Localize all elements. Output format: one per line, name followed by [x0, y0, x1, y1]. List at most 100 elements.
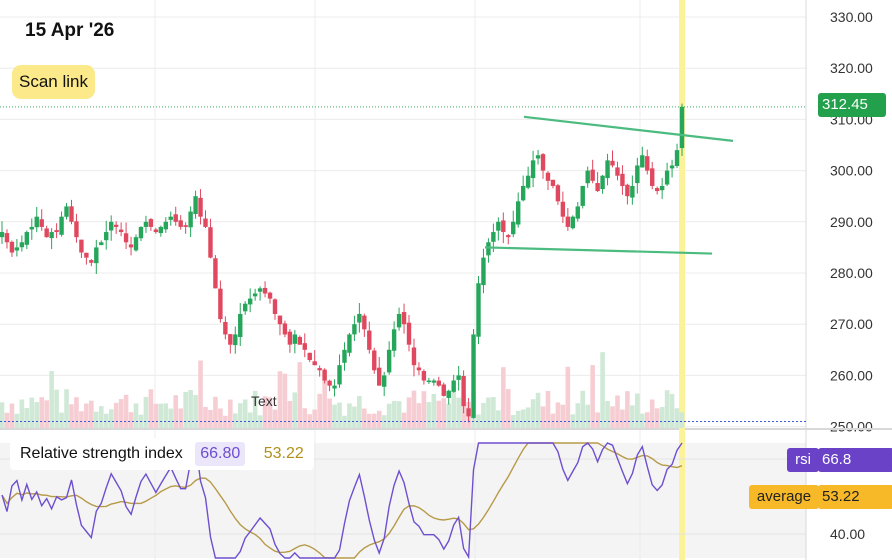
- candle-body: [520, 185, 526, 201]
- price-chart[interactable]: 330.00320.00310.00300.00290.00280.00270.…: [0, 0, 892, 560]
- candle-body: [238, 313, 243, 337]
- volume-bar: [347, 403, 352, 428]
- candle-body: [386, 349, 392, 373]
- volume-bar: [297, 362, 303, 428]
- volume-bar: [615, 395, 620, 428]
- candle-body: [362, 315, 367, 330]
- volume-bar: [550, 413, 556, 428]
- volume-bar: [69, 404, 74, 428]
- rsi-tick-label: 40.00: [830, 526, 865, 542]
- candle-body: [113, 224, 119, 227]
- volume-bar: [24, 408, 30, 428]
- candle-body: [89, 260, 94, 263]
- volume-bar: [451, 388, 456, 428]
- volume-bar: [282, 373, 288, 428]
- volume-bar: [29, 397, 35, 428]
- candle-body: [659, 185, 665, 191]
- volume-bar: [79, 411, 84, 428]
- candle-body: [421, 371, 427, 381]
- volume-bar: [39, 397, 45, 428]
- candle-body: [496, 221, 501, 231]
- volume-bar: [193, 395, 198, 428]
- volume-bar: [277, 371, 283, 428]
- candle-body: [332, 385, 337, 389]
- candle-body: [84, 252, 89, 258]
- candle-body: [94, 247, 99, 264]
- candle-body: [525, 175, 531, 188]
- volume-bar: [44, 400, 49, 428]
- volume-bar: [386, 403, 392, 428]
- candle-body: [640, 155, 645, 168]
- candle-body: [218, 288, 223, 320]
- volume-bar: [337, 402, 342, 428]
- volume-bar: [575, 403, 581, 428]
- candle-body: [446, 390, 451, 398]
- volume-bar: [669, 393, 675, 428]
- volume-bar: [366, 413, 372, 428]
- candle-body: [516, 201, 521, 225]
- candle-body: [401, 312, 407, 325]
- candle-body: [565, 216, 571, 227]
- candle-body: [491, 232, 496, 242]
- candle-body: [416, 367, 422, 371]
- candle-body: [595, 183, 600, 192]
- candle-body: [555, 185, 561, 202]
- candle-body: [451, 380, 456, 392]
- candle-body: [59, 216, 64, 235]
- candle-body: [630, 185, 635, 198]
- volume-bar: [396, 401, 402, 428]
- candle-body: [39, 219, 44, 227]
- current-bar-highlight: [679, 0, 685, 560]
- scan-link-button[interactable]: Scan link: [12, 65, 95, 99]
- volume-bar: [664, 390, 670, 428]
- candle-body: [506, 235, 511, 238]
- candle-body: [208, 227, 213, 258]
- candle-body: [307, 352, 312, 361]
- volume-bar: [247, 412, 253, 428]
- rsi-legend[interactable]: Relative strength index 66.80 53.22: [10, 438, 314, 470]
- volume-bar: [292, 392, 298, 428]
- price-tick-label: 280.00: [830, 265, 873, 281]
- candle-body: [4, 233, 10, 243]
- candle-body: [203, 218, 208, 227]
- candle-body: [277, 315, 283, 325]
- volume-bar: [416, 403, 422, 428]
- average-value: 53.22: [263, 445, 304, 462]
- candle-body: [228, 334, 233, 345]
- text-annotation[interactable]: Text: [251, 393, 277, 409]
- lower-trend-line: [484, 246, 713, 255]
- volume-bar: [421, 391, 427, 428]
- candle-body: [357, 313, 362, 323]
- volume-bar: [218, 408, 223, 428]
- candle-body: [471, 334, 476, 418]
- volume-bar: [649, 399, 655, 428]
- candle-body: [178, 220, 183, 227]
- volume-bar: [94, 411, 99, 428]
- volume-bar: [173, 395, 179, 428]
- volume-bar: [441, 398, 447, 428]
- candle-body: [153, 229, 159, 233]
- rsi-value: 66.80: [195, 442, 246, 466]
- candle-body: [99, 242, 104, 246]
- candle-body: [183, 225, 188, 227]
- rsi-name-tag: rsi: [787, 448, 819, 472]
- volume-bar: [555, 402, 561, 428]
- last-price-tag: 312.45: [818, 93, 886, 117]
- candle-body: [476, 283, 481, 337]
- volume-bar: [446, 403, 452, 428]
- candle-body: [535, 155, 541, 159]
- volume-bar: [362, 408, 367, 428]
- candle-body: [49, 232, 54, 239]
- volume-bar: [535, 392, 541, 428]
- volume-bar: [644, 412, 650, 428]
- volume-bar: [620, 409, 625, 428]
- candle-body: [530, 160, 536, 179]
- volume-bar: [84, 403, 89, 428]
- volume-bar: [411, 390, 417, 428]
- candle-body: [74, 221, 79, 238]
- candle-body: [650, 168, 655, 186]
- volume-bar: [74, 397, 79, 428]
- volume-bar: [585, 404, 590, 428]
- volume-bar: [59, 412, 64, 428]
- volume-bar: [128, 412, 134, 428]
